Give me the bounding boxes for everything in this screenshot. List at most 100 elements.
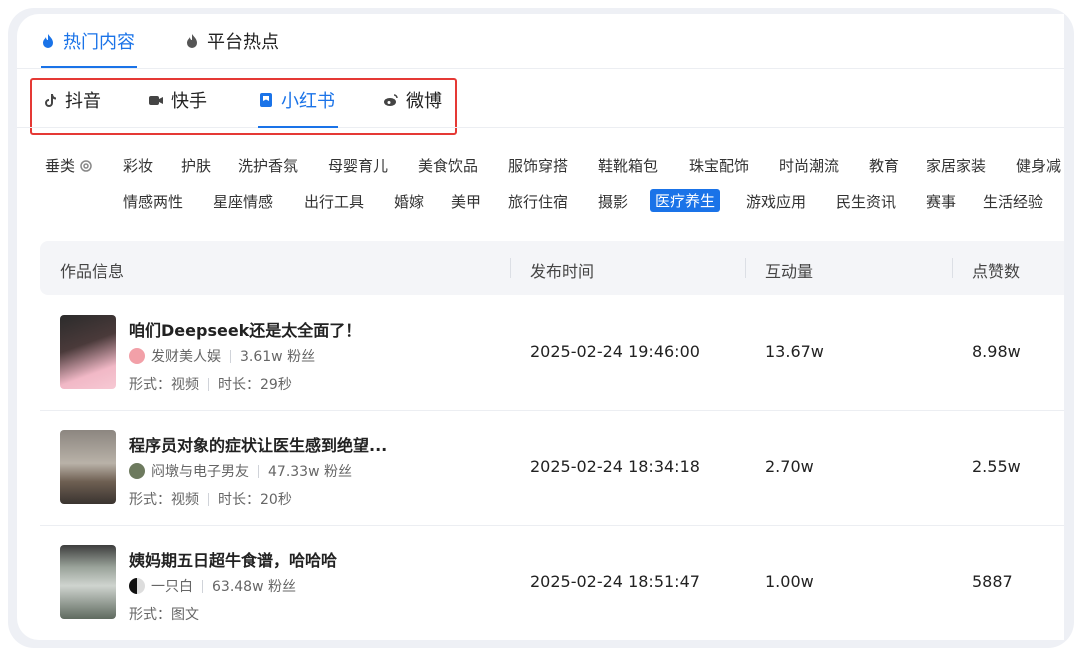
tab-platform-hotspots[interactable]: 平台热点 <box>185 28 279 54</box>
weibo-icon <box>384 94 398 106</box>
category-news[interactable]: 民生资讯 <box>836 191 896 212</box>
flame-icon <box>43 34 53 48</box>
post-format-meta: 形式：图文 <box>129 604 199 624</box>
platform-label: 微博 <box>406 91 442 112</box>
table-header: 作品信息 发布时间 互动量 点赞数 <box>40 241 1064 295</box>
divider <box>208 377 209 391</box>
post-format: 形式：视频 <box>129 377 199 393</box>
content-card: 热门内容 平台热点 抖音 快手 小红书 微博 垂类 彩妆 护肤 洗护香氛 母婴育… <box>17 14 1064 640</box>
follower-count: 63.48w 粉丝 <box>212 579 296 595</box>
publish-time: 2025-02-24 18:51:47 <box>530 572 700 591</box>
platform-tab-douyin[interactable]: 抖音 <box>42 86 101 114</box>
table-row[interactable]: 姨妈期五日超牛食谱，哈哈哈 一只白 63.48w 粉丝 形式：图文 2025-0… <box>40 525 1064 640</box>
flame-icon <box>187 34 197 48</box>
xiaohongshu-icon <box>260 93 272 107</box>
category-relationships[interactable]: 情感两性 <box>123 191 183 212</box>
platform-tab-kuaishou[interactable]: 快手 <box>148 86 207 114</box>
avatar <box>129 463 145 479</box>
header-content-info[interactable]: 作品信息 <box>60 258 124 282</box>
post-thumbnail[interactable] <box>60 545 116 619</box>
table-row[interactable]: 咱们Deepseek还是太全面了！ 发财美人娱 3.61w 粉丝 形式：视频 时… <box>40 295 1064 411</box>
post-title[interactable]: 姨妈期五日超牛食谱，哈哈哈 <box>129 547 337 571</box>
category-astrology[interactable]: 星座情感 <box>213 191 273 212</box>
category-travel[interactable]: 旅行住宿 <box>508 191 568 212</box>
category-life-tips[interactable]: 生活经验 <box>983 191 1043 212</box>
table-row[interactable]: 程序员对象的症状让医生感到绝望... 闷墩与电子男友 47.33w 粉丝 形式：… <box>40 410 1064 526</box>
settings-icon[interactable] <box>79 159 93 173</box>
post-format-meta: 形式：视频 时长：29秒 <box>129 374 292 394</box>
category-home[interactable]: 家居家装 <box>926 155 986 176</box>
category-health-active[interactable]: 医疗养生 <box>650 189 721 212</box>
interaction-count: 1.00w <box>765 572 814 591</box>
tab-label: 热门内容 <box>63 32 135 53</box>
header-divider <box>952 258 953 278</box>
main-tab-bar: 热门内容 平台热点 <box>17 14 1064 69</box>
post-format: 形式：图文 <box>129 607 199 623</box>
like-count: 5887 <box>972 572 1013 591</box>
author-name[interactable]: 一只白 <box>151 576 193 596</box>
category-nails[interactable]: 美甲 <box>451 191 481 212</box>
divider <box>208 492 209 506</box>
category-filter-label: 垂类 <box>45 155 93 176</box>
post-title[interactable]: 程序员对象的症状让医生感到绝望... <box>129 432 387 456</box>
category-wedding[interactable]: 婚嫁 <box>394 191 424 212</box>
tab-hot-content[interactable]: 热门内容 <box>41 28 137 68</box>
category-education[interactable]: 教育 <box>869 155 899 176</box>
like-count: 2.55w <box>972 457 1021 476</box>
post-duration: 时长：29秒 <box>218 377 292 393</box>
category-haircare-fragrance[interactable]: 洗护香氛 <box>238 155 298 176</box>
post-thumbnail[interactable] <box>60 315 116 389</box>
divider <box>230 349 231 363</box>
tab-label: 平台热点 <box>207 32 279 53</box>
category-parenting[interactable]: 母婴育儿 <box>328 155 388 176</box>
avatar <box>129 578 145 594</box>
header-publish-time[interactable]: 发布时间 <box>530 258 594 282</box>
post-format: 形式：视频 <box>129 492 199 508</box>
category-shoes-bags[interactable]: 鞋靴箱包 <box>598 155 658 176</box>
divider <box>202 579 203 593</box>
header-divider <box>510 258 511 278</box>
header-divider <box>745 258 746 278</box>
category-fashion-outfits[interactable]: 服饰穿搭 <box>508 155 568 176</box>
category-sports[interactable]: 赛事 <box>926 191 956 212</box>
platform-tab-xiaohongshu[interactable]: 小红书 <box>258 86 338 128</box>
follower-count: 47.33w 粉丝 <box>268 464 352 480</box>
follower-count: 3.61w 粉丝 <box>240 349 316 365</box>
platform-label: 抖音 <box>65 91 101 112</box>
platform-tab-weibo[interactable]: 微博 <box>383 86 442 114</box>
divider <box>258 464 259 478</box>
category-games-apps[interactable]: 游戏应用 <box>746 191 806 212</box>
header-interactions[interactable]: 互动量 <box>765 258 813 282</box>
header-likes[interactable]: 点赞数 <box>972 258 1020 282</box>
post-author-meta: 闷墩与电子男友 47.33w 粉丝 <box>129 461 352 481</box>
avatar <box>129 348 145 364</box>
like-count: 8.98w <box>972 342 1021 361</box>
publish-time: 2025-02-24 18:34:18 <box>530 457 700 476</box>
category-fitness[interactable]: 健身减 <box>1016 155 1061 176</box>
post-author-meta: 发财美人娱 3.61w 粉丝 <box>129 346 315 366</box>
platform-divider <box>17 127 1064 128</box>
kuaishou-icon <box>149 96 163 105</box>
interaction-count: 13.67w <box>765 342 824 361</box>
category-jewelry[interactable]: 珠宝配饰 <box>689 155 749 176</box>
category-trends[interactable]: 时尚潮流 <box>779 155 839 176</box>
post-thumbnail[interactable] <box>60 430 116 504</box>
douyin-icon <box>45 94 56 107</box>
post-duration: 时长：20秒 <box>218 492 292 508</box>
category-skincare[interactable]: 护肤 <box>181 155 211 176</box>
platform-label: 快手 <box>171 91 207 112</box>
post-format-meta: 形式：视频 时长：20秒 <box>129 489 292 509</box>
category-transport[interactable]: 出行工具 <box>304 191 364 212</box>
platform-label: 小红书 <box>281 91 335 112</box>
active-tab-indicator <box>41 66 137 68</box>
interaction-count: 2.70w <box>765 457 814 476</box>
author-name[interactable]: 闷墩与电子男友 <box>151 461 249 481</box>
category-makeup[interactable]: 彩妆 <box>123 155 153 176</box>
post-author-meta: 一只白 63.48w 粉丝 <box>129 576 296 596</box>
author-name[interactable]: 发财美人娱 <box>151 346 221 366</box>
category-food-drink[interactable]: 美食饮品 <box>418 155 478 176</box>
post-title[interactable]: 咱们Deepseek还是太全面了！ <box>129 317 361 341</box>
active-platform-indicator <box>258 126 338 128</box>
category-photography[interactable]: 摄影 <box>598 191 628 212</box>
publish-time: 2025-02-24 19:46:00 <box>530 342 700 361</box>
